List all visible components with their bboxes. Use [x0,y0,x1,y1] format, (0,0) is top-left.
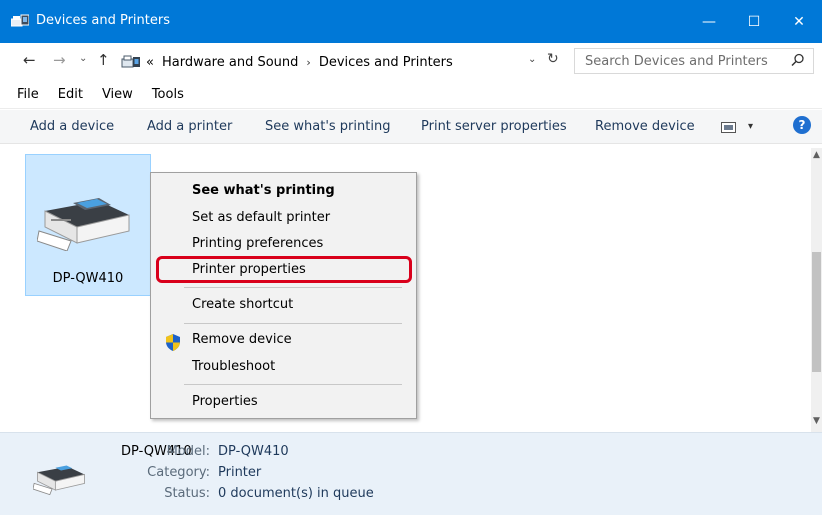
details-model-label: Model: [166,444,210,459]
refresh-icon[interactable]: ↻ [547,51,559,67]
search-box [574,48,814,74]
up-arrow-icon[interactable]: ↑ [97,51,110,69]
context-menu: See what's printing Set as default print… [150,172,417,419]
menu-separator [184,323,402,324]
view-options-dropdown-icon[interactable]: ▾ [748,121,753,132]
breadcrumb-hardware-and-sound[interactable]: Hardware and Sound [162,55,298,70]
add-device-button[interactable]: Add a device [30,119,114,134]
menu-remove-device[interactable]: Remove device [192,332,292,347]
devices-printers-icon [11,14,29,27]
printer-icon [37,198,130,251]
breadcrumb-separator-icon[interactable]: › [306,56,310,69]
menu-file[interactable]: File [17,87,39,102]
menu-tools[interactable]: Tools [152,87,184,102]
search-input[interactable] [575,49,775,73]
minimize-button[interactable]: — [686,0,732,43]
control-panel-icon [121,55,140,68]
menu-printing-preferences[interactable]: Printing preferences [192,236,323,251]
command-bar: Add a device Add a printer See what's pr… [0,110,822,144]
address-row: ← → ⌄ ↑ « Hardware and Sound › Devices a… [0,43,822,81]
device-tile-dp-qw410[interactable]: DP-QW410 [25,154,151,296]
annotation-highlight-box [156,256,412,283]
window-title: Devices and Printers [36,13,170,28]
menu-properties[interactable]: Properties [192,394,258,409]
menu-view[interactable]: View [102,87,133,102]
details-status-value: 0 document(s) in queue [218,486,374,501]
shield-icon [166,334,180,351]
recent-locations-chevron-icon[interactable]: ⌄ [79,53,87,64]
details-pane: DP-QW410 Model: DP-QW410 Category: Print… [0,432,822,515]
add-printer-button[interactable]: Add a printer [147,119,232,134]
menu-separator [184,384,402,385]
address-dropdown-icon[interactable]: ⌄ [528,54,536,65]
breadcrumb-devices-and-printers[interactable]: Devices and Printers [319,55,453,70]
menu-create-shortcut[interactable]: Create shortcut [192,297,293,312]
help-icon[interactable]: ? [793,116,811,134]
menu-edit[interactable]: Edit [58,87,83,102]
minimize-icon: — [702,13,716,30]
scroll-down-icon[interactable]: ▼ [811,416,822,426]
maximize-icon: ☐ [747,13,761,30]
back-arrow-icon[interactable]: ← [23,51,36,69]
see-whats-printing-button[interactable]: See what's printing [265,119,390,134]
search-icon[interactable] [791,53,805,67]
close-icon: ✕ [793,13,805,30]
details-category-label: Category: [147,465,210,480]
printer-icon [33,465,85,495]
menu-troubleshoot[interactable]: Troubleshoot [192,359,275,374]
remove-device-button[interactable]: Remove device [595,119,695,134]
scroll-thumb[interactable] [812,252,821,372]
address-bar[interactable]: « Hardware and Sound › Devices and Print… [118,50,562,74]
maximize-button[interactable]: ☐ [731,0,777,43]
details-status-label: Status: [164,486,210,501]
menu-see-whats-printing[interactable]: See what's printing [192,183,335,198]
forward-arrow-icon[interactable]: → [53,51,66,69]
menu-separator [184,287,402,288]
menu-bar: File Edit View Tools [0,81,822,109]
details-category-value: Printer [218,465,262,480]
device-name: DP-QW410 [52,271,124,286]
menu-set-default-printer[interactable]: Set as default printer [192,210,330,225]
print-server-properties-button[interactable]: Print server properties [421,119,567,134]
address-overflow[interactable]: « [146,55,154,70]
details-model-value: DP-QW410 [218,444,289,459]
close-button[interactable]: ✕ [776,0,822,43]
title-bar: Devices and Printers — ☐ ✕ [0,0,822,43]
vertical-scrollbar[interactable]: ▲ ▼ [811,148,822,432]
change-view-icon[interactable] [721,122,736,133]
scroll-up-icon[interactable]: ▲ [811,150,822,160]
